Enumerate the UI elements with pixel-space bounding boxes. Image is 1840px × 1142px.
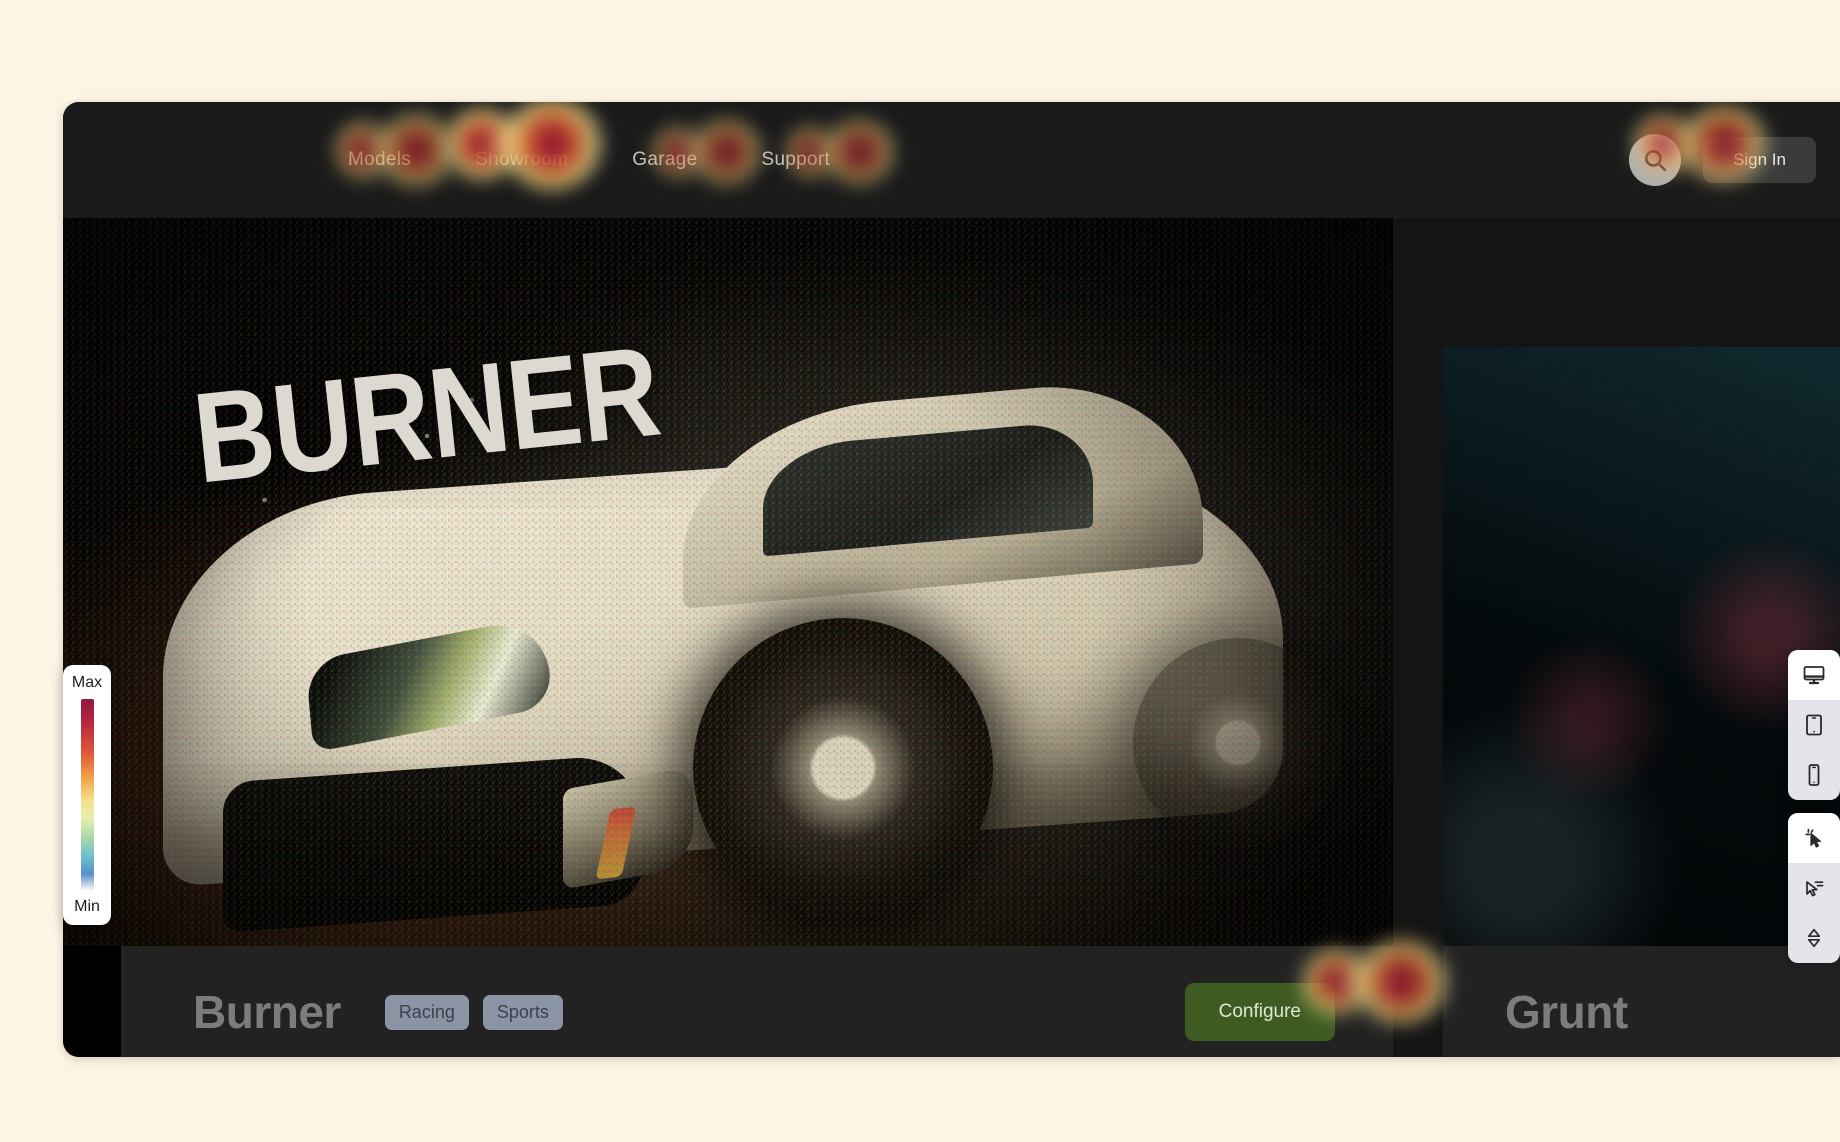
burner-card-title: Burner — [193, 986, 341, 1038]
tag-sports[interactable]: Sports — [482, 994, 563, 1030]
grunt-card-title: Grunt — [1505, 986, 1628, 1038]
nav-right-actions: Sign In — [1629, 134, 1816, 186]
device-toggle-group — [1788, 650, 1840, 800]
move-cursor-icon — [1806, 881, 1824, 897]
floating-toolbar — [1788, 650, 1840, 963]
mobile-icon — [1808, 764, 1820, 786]
grunt-card-footer: Grunt — [1443, 946, 1840, 1057]
car-front-wheel — [693, 618, 993, 918]
product-card-burner[interactable]: BURNER Burner Racing Sports Configure — [63, 218, 1393, 1057]
car-rear-wheel — [1133, 638, 1343, 848]
search-icon — [1645, 150, 1667, 172]
interaction-mode-group — [1788, 813, 1840, 963]
scroll-arrows-icon — [1807, 928, 1821, 948]
toolbar-mobile-button[interactable] — [1788, 750, 1840, 800]
nav-link-garage[interactable]: Garage — [632, 149, 697, 171]
heatmap-legend: Max Min — [63, 665, 111, 925]
grunt-hero-image — [1443, 347, 1840, 947]
nav-link-list: Models Showroom Garage Support — [348, 149, 830, 171]
product-card-grunt[interactable]: Grunt — [1443, 347, 1840, 1057]
tablet-icon — [1806, 714, 1822, 736]
legend-max-label: Max — [71, 674, 103, 691]
toolbar-click-mode-button[interactable] — [1788, 813, 1840, 863]
burner-card-footer: Burner Racing Sports Configure — [121, 946, 1393, 1057]
toolbar-tablet-button[interactable] — [1788, 700, 1840, 750]
desktop-icon — [1803, 666, 1825, 685]
toolbar-move-mode-button[interactable] — [1788, 863, 1840, 913]
nav-link-support[interactable]: Support — [761, 149, 830, 171]
page-root: Models Showroom Garage Support Sign In B… — [0, 0, 1840, 1142]
search-button[interactable] — [1629, 134, 1682, 186]
toolbar-desktop-button[interactable] — [1788, 650, 1840, 700]
nav-link-models[interactable]: Models — [348, 149, 411, 171]
site-navigation-bar: Models Showroom Garage Support Sign In — [63, 102, 1840, 218]
toolbar-scroll-mode-button[interactable] — [1788, 913, 1840, 963]
burner-tag-list: Racing Sports — [384, 994, 563, 1030]
burner-configure-button[interactable]: Configure — [1184, 983, 1335, 1041]
legend-min-label: Min — [74, 898, 100, 915]
legend-gradient-bar — [80, 699, 94, 891]
nav-signin-button[interactable]: Sign In — [1703, 137, 1816, 183]
browser-viewport: Models Showroom Garage Support Sign In B… — [63, 102, 1840, 1057]
burner-hero-image: BURNER — [63, 218, 1393, 946]
nav-link-showroom[interactable]: Showroom — [475, 149, 568, 171]
tag-racing[interactable]: Racing — [384, 994, 469, 1030]
click-cursor-icon — [1805, 828, 1822, 848]
